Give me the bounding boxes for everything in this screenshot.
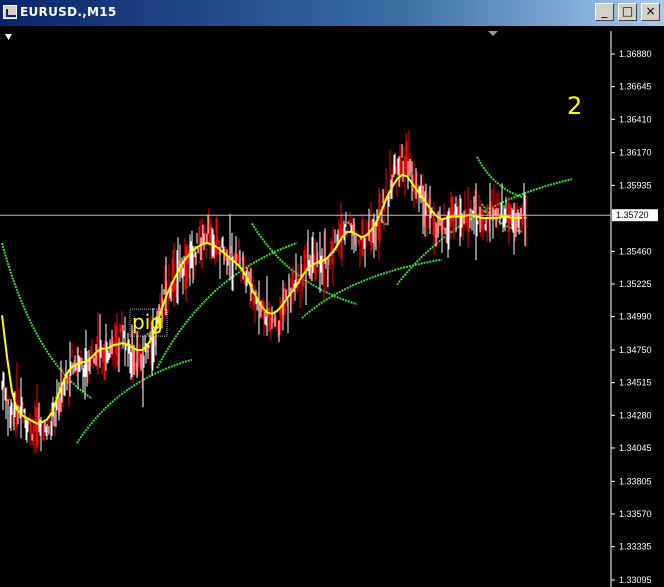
price-tick-label-2: 1.36410 (619, 114, 652, 124)
price-tick-label-14: 1.33335 (619, 542, 652, 552)
price-tick-label-1: 1.36645 (619, 82, 652, 92)
price-tick-label-7: 1.34990 (619, 312, 652, 322)
triangle-down-icon[interactable] (5, 34, 12, 40)
chart-window-icon[interactable] (3, 5, 17, 19)
close-button[interactable]: × (641, 3, 660, 21)
maximize-button[interactable]: □ (618, 3, 637, 21)
price-tick-label-6: 1.35225 (619, 279, 652, 289)
chart-area[interactable]: 1.36880 1.36645 1.36410 1.36170 1.35935 1.354… (0, 26, 664, 587)
price-tick-label-12: 1.33805 (619, 476, 652, 486)
price-tick-label-5: 1.35460 (619, 246, 652, 256)
price-tick-label-15: 1.33095 (619, 575, 652, 585)
price-chart[interactable]: 1.36880 1.36645 1.36410 1.36170 1.35935 1.354… (0, 26, 664, 587)
minimize-button[interactable]: _ (595, 3, 614, 21)
window-title: EURUSD.,M15 (20, 5, 117, 19)
price-bars (1, 130, 527, 453)
annotation-2-label: 2 (567, 92, 582, 120)
price-tick-label-3: 1.36170 (619, 148, 652, 158)
price-tick-label-11: 1.34045 (619, 443, 652, 453)
price-tick-label-8: 1.34750 (619, 345, 652, 355)
price-axis-ticks: 1.36880 1.36645 1.36410 1.36170 1.35935 1.354… (611, 49, 652, 585)
price-tick-label-13: 1.33570 (619, 509, 652, 519)
annotation-pig-label: pig (132, 310, 163, 334)
price-tick-label-0: 1.36880 (619, 49, 652, 59)
annotation-pig[interactable]: pig (129, 308, 168, 337)
price-tick-label-4: 1.35935 (619, 180, 652, 190)
title-bar[interactable]: EURUSD.,M15 _ □ × (0, 0, 664, 26)
current-price-badge: 1.35720 (612, 209, 658, 222)
price-tick-label-10: 1.34280 (619, 410, 652, 420)
svg-text:1.35720: 1.35720 (616, 210, 649, 220)
triangle-marker-icon[interactable] (488, 31, 498, 36)
price-tick-label-9: 1.34515 (619, 378, 652, 388)
